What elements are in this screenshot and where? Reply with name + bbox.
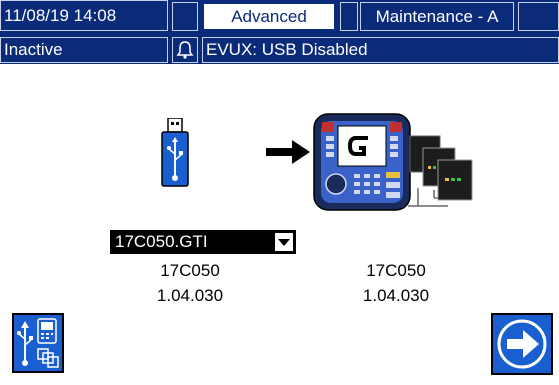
file-select-value: 17C050.GTI bbox=[115, 232, 208, 251]
next-arrow-icon bbox=[497, 319, 547, 369]
file-select-dropdown[interactable]: 17C050.GTI bbox=[110, 230, 296, 254]
source-version: 1.04.030 bbox=[156, 286, 224, 305]
usb-update-button[interactable] bbox=[12, 313, 64, 373]
tab-maintenance-indicator[interactable] bbox=[340, 2, 358, 31]
advanced-display-module-icon bbox=[313, 113, 411, 211]
tab-maintenance[interactable]: Maintenance - A bbox=[360, 2, 514, 31]
datetime: 11/08/19 14:08 bbox=[0, 0, 168, 31]
right-arrow-icon bbox=[266, 140, 310, 164]
next-button[interactable] bbox=[491, 313, 553, 375]
source-part-number: 17C050 bbox=[160, 261, 220, 280]
bell-box[interactable] bbox=[172, 37, 198, 63]
chevron-down-icon[interactable] bbox=[274, 232, 294, 252]
tab-advanced[interactable]: Advanced bbox=[202, 2, 336, 31]
status-text: Inactive bbox=[0, 37, 168, 63]
usb-drive-icon bbox=[161, 118, 189, 187]
message-text: EVUX: USB Disabled bbox=[202, 37, 559, 63]
component-modules-icon bbox=[408, 135, 473, 207]
usb-update-icon bbox=[17, 318, 59, 368]
header-right-box bbox=[518, 2, 559, 31]
target-part-number: 17C050 bbox=[366, 261, 426, 280]
bell-icon bbox=[176, 41, 194, 59]
target-version: 1.04.030 bbox=[362, 286, 430, 305]
header-blank-box bbox=[172, 2, 198, 31]
